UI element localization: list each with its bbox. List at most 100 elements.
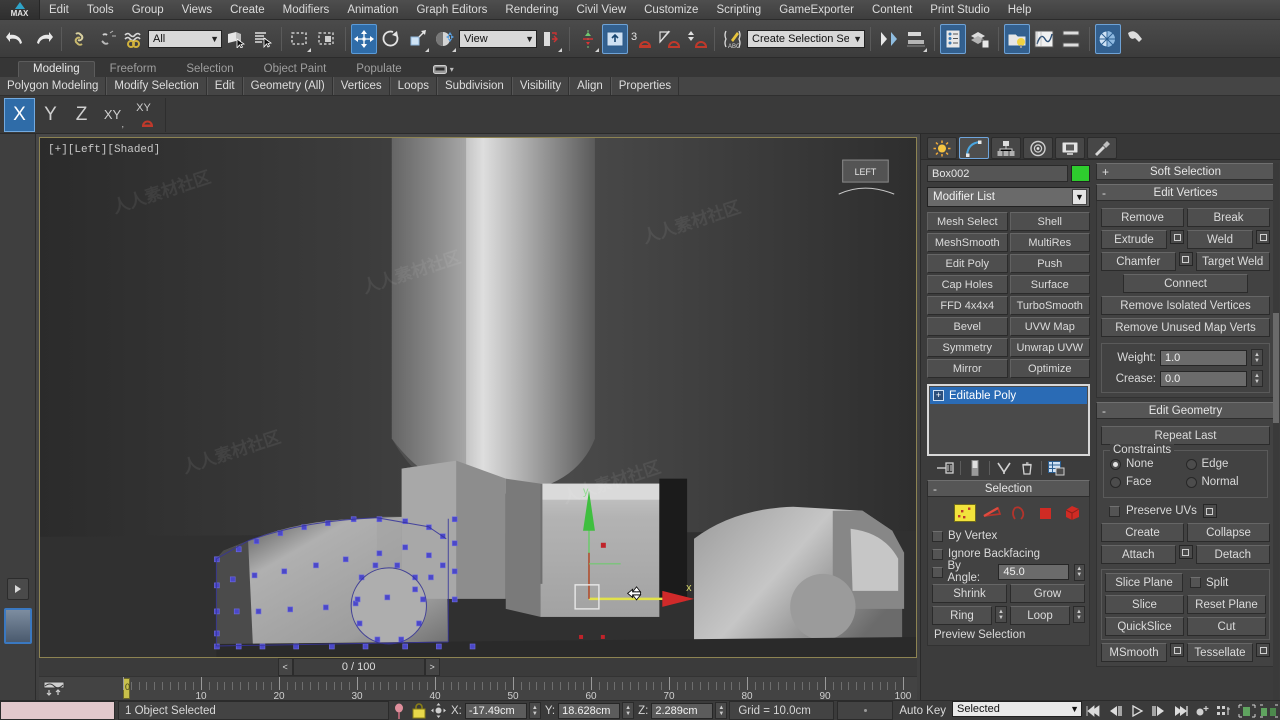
modifier-symmetry[interactable]: Symmetry — [927, 338, 1008, 357]
unlink-selection-icon[interactable] — [94, 24, 120, 54]
remove-button[interactable]: Remove — [1101, 208, 1184, 227]
zoom-extents-icon[interactable] — [1236, 701, 1258, 720]
cut-button[interactable]: Cut — [1187, 617, 1266, 636]
quickslice-button[interactable]: QuickSlice — [1105, 617, 1184, 636]
modifier-ffd-4x4x4[interactable]: FFD 4x4x4 — [927, 296, 1008, 315]
ring-button[interactable]: Ring — [932, 606, 992, 625]
motion-tab[interactable] — [1023, 137, 1053, 159]
mirror-icon[interactable] — [538, 24, 564, 54]
percent-snap-toggle-icon[interactable] — [656, 24, 682, 54]
show-end-result-icon[interactable] — [966, 459, 984, 477]
constraint-normal-radio[interactable]: Normal — [1185, 473, 1262, 491]
z-field[interactable]: 2.289cm — [651, 702, 714, 719]
ribbon-tab-modeling[interactable]: Modeling — [18, 61, 95, 77]
named-selection-sets-combo[interactable]: Create Selection Se ▼ — [747, 29, 865, 48]
ribbon-panel-vertices[interactable]: Vertices — [332, 77, 390, 95]
constraint-axis-y-button[interactable]: Y — [35, 98, 66, 132]
expand-rail-button[interactable] — [6, 578, 29, 600]
ribbon-panel-edit[interactable]: Edit — [206, 77, 243, 95]
collapse-button[interactable]: Collapse — [1187, 523, 1270, 542]
menu-item-customize[interactable]: Customize — [635, 0, 707, 19]
viewport-left-shaded[interactable]: x y LEFT [+][Left][Shaded] — [39, 137, 917, 658]
ribbon-panel-geometry-all[interactable]: Geometry (All) — [242, 77, 333, 95]
modifier-unwrap-uvw[interactable]: Unwrap UVW — [1009, 338, 1090, 357]
time-slider-handle[interactable]: 0 — [123, 678, 130, 699]
shrink-button[interactable]: Shrink — [932, 584, 1007, 603]
create-button[interactable]: Create — [1101, 523, 1184, 542]
detach-button[interactable]: Detach — [1195, 545, 1270, 564]
select-and-rotate-icon[interactable] — [378, 24, 404, 54]
modifier-surface[interactable]: Surface — [1009, 275, 1090, 294]
attach-button[interactable]: Attach — [1101, 545, 1176, 564]
display-tab[interactable] — [1055, 137, 1085, 159]
polygon-icon[interactable] — [1035, 504, 1057, 522]
by-angle-row[interactable]: By Angle: 45.0 ▲ ▼ — [932, 560, 1085, 584]
window-crossing-toggle-icon[interactable] — [314, 24, 340, 54]
time-configuration-icon[interactable] — [1192, 701, 1214, 720]
chamfer-settings-button[interactable] — [1178, 252, 1193, 266]
menu-item-create[interactable]: Create — [221, 0, 274, 19]
menu-item-print-studio[interactable]: Print Studio — [921, 0, 998, 19]
command-panel-scrollbar[interactable] — [1273, 163, 1279, 700]
align-objects-icon[interactable] — [903, 24, 929, 54]
previous-frame-icon[interactable] — [1104, 701, 1126, 720]
menu-item-civil-view[interactable]: Civil View — [567, 0, 635, 19]
maxscript-listener-field[interactable] — [0, 701, 115, 720]
ribbon-panel-modify-selection[interactable]: Modify Selection — [106, 77, 207, 95]
remove-unused-map-verts-button[interactable]: Remove Unused Map Verts — [1101, 318, 1270, 337]
align-icon[interactable] — [575, 24, 601, 54]
current-frame-readout[interactable]: 0 / 100 — [292, 658, 425, 676]
menu-item-animation[interactable]: Animation — [338, 0, 407, 19]
auto-key-button[interactable]: Auto Key — [893, 701, 952, 720]
msmooth-button[interactable]: MSmooth — [1101, 643, 1167, 662]
border-icon[interactable] — [1008, 504, 1030, 522]
select-and-scale-icon[interactable] — [405, 24, 431, 54]
menu-item-views[interactable]: Views — [173, 0, 221, 19]
spinner-snap-toggle-icon[interactable] — [683, 24, 709, 54]
constraint-axis-z-button[interactable]: Z — [66, 98, 97, 132]
by-angle-field[interactable]: 45.0 — [998, 564, 1069, 580]
split-row[interactable]: Split — [1186, 573, 1266, 592]
menu-item-help[interactable]: Help — [999, 0, 1041, 19]
ribbon-tab-selection[interactable]: Selection — [171, 61, 248, 77]
by-vertex-checkbox[interactable] — [932, 530, 943, 542]
layer-explorer-icon[interactable] — [940, 23, 966, 54]
object-name-field[interactable]: Box002 — [927, 165, 1068, 182]
loop-button[interactable]: Loop — [1010, 606, 1070, 625]
next-frame-icon[interactable] — [1148, 701, 1170, 720]
menu-item-rendering[interactable]: Rendering — [496, 0, 567, 19]
x-field[interactable]: -17.49cm — [464, 702, 527, 719]
key-mode-toggle-icon[interactable] — [1214, 701, 1236, 720]
modify-tab[interactable] — [959, 137, 989, 159]
menu-item-group[interactable]: Group — [123, 0, 173, 19]
modifier-edit-poly[interactable]: Edit Poly — [927, 254, 1008, 273]
modifier-optimize[interactable]: Optimize — [1009, 359, 1090, 378]
connect-button[interactable]: Connect — [1123, 274, 1248, 293]
selection-pin-icon[interactable] — [389, 701, 409, 720]
viewport-label[interactable]: [+][Left][Shaded] — [48, 144, 160, 156]
modifier-uvw-map[interactable]: UVW Map — [1009, 317, 1090, 336]
ribbon-panel-align[interactable]: Align — [569, 77, 611, 95]
ring-spinner[interactable]: ▲ ▼ — [995, 606, 1007, 623]
create-tab[interactable] — [927, 137, 957, 159]
modifier-stack-item-editable-poly[interactable]: + Editable Poly — [930, 387, 1087, 404]
app-logo-button[interactable]: MAX — [0, 0, 40, 19]
lock-selection-icon[interactable] — [409, 701, 429, 720]
hierarchy-tab[interactable] — [991, 137, 1021, 159]
schematic-view-icon[interactable] — [1058, 24, 1084, 54]
ribbon-panel-properties[interactable]: Properties — [610, 77, 680, 95]
modifier-cap-holes[interactable]: Cap Holes — [927, 275, 1008, 294]
tessellate-settings-button[interactable] — [1256, 643, 1270, 657]
ribbon-panel-polygon-modeling[interactable]: Polygon Modeling — [0, 77, 107, 95]
by-angle-spinner[interactable]: ▲ ▼ — [1073, 563, 1085, 581]
menu-item-scripting[interactable]: Scripting — [707, 0, 770, 19]
ribbon-panel-subdivision[interactable]: Subdivision — [437, 77, 512, 95]
constraint-edge-radio[interactable]: Edge — [1185, 455, 1262, 473]
attach-settings-button[interactable] — [1178, 545, 1193, 559]
modifier-bevel[interactable]: Bevel — [927, 317, 1008, 336]
loop-spinner[interactable]: ▲ ▼ — [1073, 606, 1085, 623]
preserve-uvs-checkbox[interactable] — [1109, 505, 1120, 517]
bind-to-space-warp-icon[interactable] — [121, 24, 147, 54]
previous-frame-button[interactable]: < — [277, 658, 293, 676]
next-frame-button[interactable]: > — [424, 658, 440, 676]
